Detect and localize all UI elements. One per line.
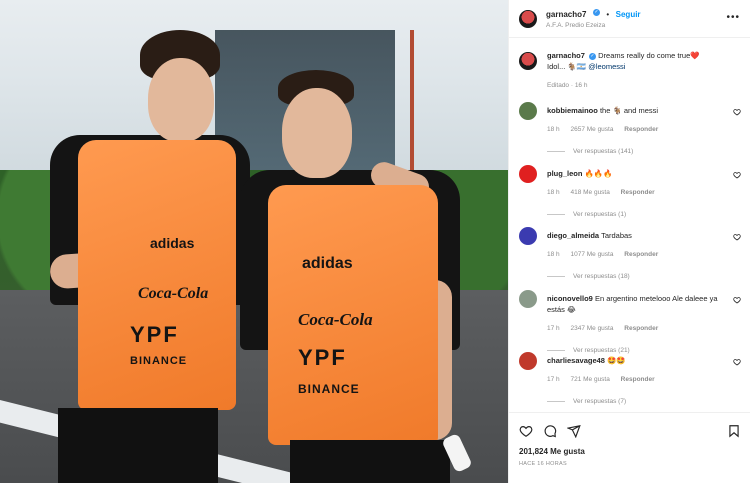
bib-brand-ypf: YPF xyxy=(298,345,347,370)
comment-item: charliesavage48 🤩🤩 17 h 721 Me gusta Res… xyxy=(509,352,750,412)
separator-dot: • xyxy=(606,9,610,19)
post-actions: 201,824 Me gusta HACE 16 HORAS xyxy=(509,412,750,483)
bib-brand-cocacola: Coca-Cola xyxy=(298,310,373,329)
comment-age: 18 h xyxy=(547,126,560,133)
avatar[interactable] xyxy=(519,9,537,28)
post-caption: garnacho7 ✓ Dreams really do come true❤️… xyxy=(509,40,750,102)
comment-heart-icon[interactable] xyxy=(733,171,741,179)
comment-likes[interactable]: 1077 Me gusta xyxy=(570,251,613,258)
caption-text: Dreams really do come true❤️ xyxy=(598,51,700,60)
reply-button[interactable]: Responder xyxy=(621,376,655,383)
comment-item: diego_almeida Tardabas 18 h 1077 Me gust… xyxy=(509,227,750,290)
commenter-avatar[interactable] xyxy=(519,227,537,245)
bib-brand-adidas: adidas xyxy=(150,235,195,251)
comment-item: kobbiemainoo the 🐐 and messi 18 h 2657 M… xyxy=(509,102,750,165)
bookmark-icon[interactable] xyxy=(727,424,741,438)
comment-heart-icon[interactable] xyxy=(733,358,741,366)
comment-item: plug_leon 🔥🔥🔥 18 h 418 Me gusta Responde… xyxy=(509,164,750,228)
post-photo[interactable]: adidas Coca-Cola YPF BINANCE adidas Coca… xyxy=(0,0,508,483)
verified-icon: ✓ xyxy=(592,8,600,16)
comment-username[interactable]: diego_almeida xyxy=(547,231,599,240)
view-replies-button[interactable]: Ver respuestas (1) xyxy=(547,209,723,220)
caption-line2: Idol... 🐐🇦🇷 xyxy=(547,62,587,71)
bib-brand-ypf: YPF xyxy=(130,322,179,347)
post-timestamp: HACE 16 HORAS xyxy=(519,461,567,467)
comment-age: 17 h xyxy=(547,324,560,332)
comment-age: 18 h xyxy=(547,188,560,196)
heart-icon[interactable] xyxy=(519,424,533,438)
commenter-avatar[interactable] xyxy=(519,352,537,370)
commenter-avatar[interactable] xyxy=(519,164,537,183)
reply-button[interactable]: Responder xyxy=(624,325,658,332)
comment-icon[interactable] xyxy=(543,424,557,438)
view-replies-button[interactable]: Ver respuestas (141) xyxy=(547,146,723,157)
post-header: garnacho7 ✓ • Seguir A.F.A. Predio Ezeiz… xyxy=(509,0,750,38)
right-player: adidas Coca-Cola YPF BINANCE xyxy=(230,70,490,483)
reply-button[interactable]: Responder xyxy=(621,189,655,196)
comment-username[interactable]: kobbiemainoo xyxy=(547,106,598,115)
share-icon[interactable] xyxy=(567,424,581,438)
comment-likes[interactable]: 418 Me gusta xyxy=(570,189,609,196)
view-replies-button[interactable]: Ver respuestas (18) xyxy=(547,271,723,282)
post-username[interactable]: garnacho7 xyxy=(546,10,586,19)
comment-likes[interactable]: 721 Me gusta xyxy=(570,376,609,383)
comment-heart-icon[interactable] xyxy=(733,296,741,304)
edited-label: Editado · 16 h xyxy=(547,82,588,89)
post-sidebar: garnacho7 ✓ • Seguir A.F.A. Predio Ezeiz… xyxy=(508,0,750,483)
caption-mention[interactable]: @leomessi xyxy=(588,62,625,71)
comment-likes[interactable]: 2657 Me gusta xyxy=(570,126,613,133)
view-replies-button[interactable]: Ver respuestas (7) xyxy=(547,396,723,407)
comment-text: 🤩🤩 xyxy=(607,356,626,365)
comment-likes[interactable]: 2347 Me gusta xyxy=(570,325,613,332)
commenter-avatar[interactable] xyxy=(519,102,537,120)
reply-button[interactable]: Responder xyxy=(624,126,658,133)
caption-username[interactable]: garnacho7 xyxy=(547,51,585,60)
comment-username[interactable]: niconovello9 xyxy=(547,294,593,303)
post-location[interactable]: A.F.A. Predio Ezeiza xyxy=(546,20,641,31)
bib-brand-adidas: adidas xyxy=(302,255,353,272)
comment-username[interactable]: plug_leon xyxy=(547,169,582,178)
bib-brand-binance: BINANCE xyxy=(130,355,188,367)
comment-heart-icon[interactable] xyxy=(733,108,741,116)
verified-icon: ✓ xyxy=(589,52,597,60)
comment-item: niconovello9 En argentino metelooo Ale d… xyxy=(509,289,750,354)
comments-list[interactable]: garnacho7 ✓ Dreams really do come true❤️… xyxy=(509,40,750,412)
follow-button[interactable]: Seguir xyxy=(616,10,641,19)
bib-brand-binance: BINANCE xyxy=(298,382,360,396)
comment-age: 17 h xyxy=(547,376,560,383)
comment-age: 18 h xyxy=(547,251,560,258)
more-options-icon[interactable]: ••• xyxy=(726,12,740,23)
comment-text: 🔥🔥🔥 xyxy=(584,168,613,178)
comment-username[interactable]: charliesavage48 xyxy=(547,356,605,365)
comment-text: Tardabas xyxy=(601,231,632,240)
likes-count[interactable]: 201,824 Me gusta xyxy=(519,447,741,456)
bib-brand-cocacola: Coca-Cola xyxy=(138,285,209,302)
comment-heart-icon[interactable] xyxy=(733,233,741,241)
comment-text: the 🐐 and messi xyxy=(599,106,659,115)
avatar[interactable] xyxy=(519,52,537,70)
commenter-avatar[interactable] xyxy=(519,289,537,308)
reply-button[interactable]: Responder xyxy=(624,251,658,258)
